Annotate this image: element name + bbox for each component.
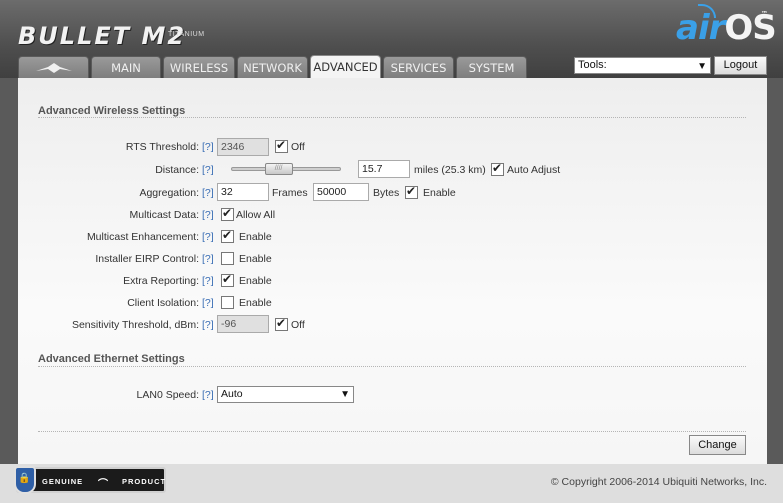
distance-label: Distance:	[155, 164, 199, 176]
badge-genuine-text: GENUINE	[42, 477, 84, 486]
sensitivity-off-label: Off	[291, 319, 305, 331]
copyright-text: © Copyright 2006-2014 Ubiquiti Networks,…	[550, 476, 767, 488]
change-button[interactable]: Change	[689, 435, 746, 455]
help-link-aggregation[interactable]: [?]	[202, 187, 214, 199]
extra-reporting-enable-label: Enable	[239, 275, 272, 287]
aggregation-bytes-input[interactable]: 50000	[313, 183, 369, 201]
signal-wave-icon	[698, 4, 716, 18]
rts-threshold-label: RTS Threshold:	[125, 141, 199, 153]
auto-adjust-label: Auto Adjust	[507, 164, 561, 176]
help-link-lan0[interactable]: [?]	[202, 389, 214, 401]
help-link-eirp[interactable]: [?]	[202, 253, 214, 265]
distance-slider-handle[interactable]: ////	[264, 163, 293, 175]
aggregation-label: Aggregation:	[139, 187, 199, 199]
product-logo: BULLET M2	[18, 22, 187, 50]
help-link-extra-reporting[interactable]: [?]	[202, 275, 214, 287]
auto-adjust-checkbox[interactable]	[491, 161, 504, 176]
extra-reporting-checkbox[interactable]	[221, 272, 234, 287]
installer-eirp-enable-label: Enable	[239, 253, 272, 265]
tools-select-value: Tools:	[578, 59, 607, 71]
sensitivity-threshold-input[interactable]: -96	[217, 315, 269, 333]
rts-threshold-input[interactable]: 2346	[217, 138, 269, 156]
lan0-speed-label: LAN0 Speed:	[136, 389, 199, 401]
multicast-enhancement-label: Multicast Enhancement:	[86, 231, 199, 243]
lock-shield-icon: 🔒	[14, 466, 36, 494]
installer-eirp-label: Installer EIRP Control:	[95, 253, 199, 265]
airos-logo-tm: ™	[761, 10, 768, 18]
frames-label: Frames	[272, 187, 308, 199]
sensitivity-off-checkbox[interactable]	[275, 316, 288, 331]
client-isolation-checkbox[interactable]	[221, 296, 234, 309]
airos-logo-os: OS	[724, 8, 776, 48]
ubnt-logo-icon	[35, 63, 72, 73]
bytes-label: Bytes	[373, 187, 400, 199]
help-link-distance[interactable]: [?]	[202, 164, 214, 176]
client-isolation-enable-label: Enable	[239, 297, 272, 309]
divider	[38, 366, 746, 367]
section-title-wireless: Advanced Wireless Settings	[38, 105, 186, 117]
header: BULLET M2 TITANIUM airOS ™ MAIN WIRELESS…	[0, 0, 783, 78]
lan0-speed-select[interactable]: Auto ▼	[217, 386, 354, 403]
divider	[38, 431, 746, 432]
tab-network[interactable]: NETWORK	[237, 56, 308, 78]
section-title-ethernet: Advanced Ethernet Settings	[38, 353, 185, 365]
tab-wireless[interactable]: WIRELESS	[163, 56, 235, 78]
tab-main[interactable]: MAIN	[91, 56, 161, 78]
extra-reporting-label: Extra Reporting:	[123, 275, 199, 287]
help-link-multicast-enhancement[interactable]: [?]	[202, 231, 214, 243]
distance-unit: miles (25.3 km)	[414, 164, 486, 176]
settings-panel: Advanced Wireless Settings RTS Threshold…	[18, 78, 767, 464]
lan0-speed-value: Auto	[221, 388, 243, 400]
chevron-down-icon: ▼	[697, 61, 707, 72]
aggregation-enable-label: Enable	[423, 187, 456, 199]
distance-input[interactable]: 15.7	[358, 160, 410, 178]
multicast-allow-all-label: Allow All	[236, 209, 276, 221]
product-logo-sub: TITANIUM	[168, 31, 205, 38]
multicast-enhancement-enable-label: Enable	[239, 231, 272, 243]
tab-advanced[interactable]: ADVANCED	[310, 55, 381, 78]
genuine-product-badge: 🔒 GENUINE ⌒ PRODUCT	[14, 466, 167, 494]
tab-services[interactable]: SERVICES	[383, 56, 454, 78]
ubnt-logo-icon: ⌒	[98, 479, 109, 490]
client-isolation-label: Client Isolation:	[127, 297, 199, 309]
tools-select[interactable]: Tools: ▼	[574, 57, 711, 74]
multicast-data-label: Multicast Data:	[129, 209, 199, 221]
chevron-down-icon: ▼	[340, 389, 350, 400]
multicast-allow-all-checkbox[interactable]	[221, 206, 234, 221]
tab-ubnt-logo[interactable]	[18, 56, 89, 78]
badge-product-text: PRODUCT	[122, 477, 167, 486]
logout-button[interactable]: Logout	[714, 56, 767, 75]
airos-logo: airOS ™	[676, 8, 777, 48]
tab-system[interactable]: SYSTEM	[456, 56, 527, 78]
rts-off-label: Off	[291, 141, 305, 153]
rts-off-checkbox[interactable]	[275, 138, 288, 153]
divider	[38, 117, 746, 118]
installer-eirp-checkbox[interactable]	[221, 252, 234, 265]
help-link-multicast[interactable]: [?]	[202, 209, 214, 221]
multicast-enhancement-checkbox[interactable]	[221, 228, 234, 243]
help-link-rts[interactable]: [?]	[202, 141, 214, 153]
sensitivity-threshold-label: Sensitivity Threshold, dBm:	[71, 319, 199, 331]
help-link-client-isolation[interactable]: [?]	[202, 297, 214, 309]
aggregation-enable-checkbox[interactable]	[405, 184, 418, 199]
footer: 🔒 GENUINE ⌒ PRODUCT © Copyright 2006-201…	[0, 464, 783, 503]
aggregation-frames-input[interactable]: 32	[217, 183, 269, 201]
help-link-sensitivity[interactable]: [?]	[202, 319, 214, 331]
